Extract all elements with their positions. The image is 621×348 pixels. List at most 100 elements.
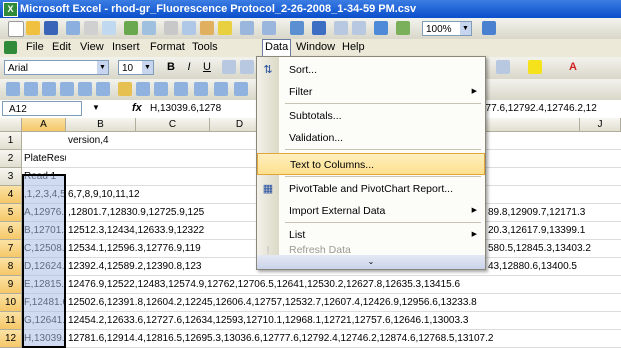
menu-item-import-external-data[interactable]: Import External Data ▶ (257, 200, 485, 222)
menu-item-sort[interactable]: ⇅ Sort... (257, 59, 485, 81)
print-preview-icon[interactable] (102, 21, 116, 35)
cell-right-visible[interactable]: 20.3,12617.9,13399.1 (486, 222, 621, 240)
menu-data[interactable]: Data (262, 39, 292, 57)
menu-item-validation[interactable]: Validation... (257, 127, 485, 149)
menu-help[interactable]: Help (342, 41, 365, 53)
toolbar-icon-11[interactable] (194, 82, 208, 96)
cell-right-visible[interactable]: 43,12880.6,13400.5 (486, 258, 621, 276)
copy-icon[interactable] (182, 21, 196, 35)
toolbar-icon-8[interactable] (136, 82, 150, 96)
permission-icon[interactable] (66, 21, 80, 35)
toolbar-icon-10[interactable] (174, 82, 188, 96)
chevron-down-icon[interactable]: ▼ (97, 61, 108, 74)
row-header[interactable]: 3 (0, 168, 22, 186)
cell-right-visible[interactable]: 89.8,12909.7,12171.3 (486, 204, 621, 222)
menu-view[interactable]: View (80, 41, 104, 53)
align-left-icon[interactable] (222, 60, 236, 74)
chart-wizard-icon[interactable] (374, 21, 388, 35)
toolbar-icon-5[interactable] (78, 82, 92, 96)
row-header[interactable]: 9 (0, 276, 22, 294)
sort-descending-icon[interactable] (352, 21, 366, 35)
menu-item-subtotals[interactable]: Subtotals... (257, 105, 485, 127)
italic-icon[interactable]: I (182, 60, 196, 74)
menu-edit[interactable]: Edit (52, 41, 71, 53)
formula-content-right[interactable]: 777.6,12792.4,12746.2,12 (480, 103, 597, 114)
redo-icon[interactable] (262, 21, 276, 35)
cell-right-visible[interactable]: 580.5,12845.3,13403.2 (486, 240, 621, 258)
row-header[interactable]: 10 (0, 294, 22, 312)
menu-item-list[interactable]: List ▶ (257, 224, 485, 246)
research-icon[interactable] (142, 21, 156, 35)
fx-icon[interactable]: fx (132, 102, 142, 114)
zoom-combo[interactable]: 100% ▼ (422, 21, 472, 36)
toolbar-icon-2[interactable] (24, 82, 38, 96)
toolbar-icon-7[interactable] (118, 82, 132, 96)
underline-icon[interactable]: U (200, 60, 214, 74)
excel-app-icon[interactable]: X (3, 2, 18, 17)
chevron-down-icon[interactable]: ▼ (460, 22, 471, 35)
toolbar-icon-13[interactable] (234, 82, 248, 96)
column-header-c[interactable]: C (136, 118, 210, 132)
hyperlink-icon[interactable] (290, 21, 304, 35)
undo-icon[interactable] (240, 21, 254, 35)
font-color-icon[interactable]: A (566, 60, 580, 74)
drawing-icon[interactable] (396, 21, 410, 35)
toolbar-icon-9[interactable] (154, 82, 168, 96)
print-icon[interactable] (84, 21, 98, 35)
worksheet-grid[interactable]: A B C D J 1version,42PlateResults3Read 1… (0, 56, 621, 348)
column-header-b[interactable]: B (66, 118, 136, 132)
name-box[interactable]: A12 (2, 101, 82, 116)
help-icon[interactable] (482, 21, 496, 35)
toolbar-icon-1[interactable] (6, 82, 20, 96)
row-header[interactable]: 7 (0, 240, 22, 258)
row-header[interactable]: 4 (0, 186, 22, 204)
font-size-combo[interactable]: 10 ▼ (118, 60, 154, 75)
cell-a[interactable] (22, 132, 66, 150)
menu-insert[interactable]: Insert (112, 41, 140, 53)
format-painter-icon[interactable] (218, 21, 232, 35)
row-header[interactable]: 1 (0, 132, 22, 150)
menu-item-filter[interactable]: Filter ▶ (257, 81, 485, 103)
toolbar-icon-6[interactable] (96, 82, 110, 96)
bold-icon[interactable]: B (164, 60, 178, 74)
open-icon[interactable] (26, 21, 40, 35)
menu-item-pivottable[interactable]: ▦ PivotTable and PivotChart Report... (257, 178, 485, 200)
save-icon[interactable] (44, 21, 58, 35)
fill-color-icon[interactable] (528, 60, 542, 74)
toolbar-icon-12[interactable] (214, 82, 228, 96)
sort-ascending-icon[interactable] (334, 21, 348, 35)
cut-icon[interactable] (164, 21, 178, 35)
new-icon[interactable] (8, 21, 24, 37)
row-header[interactable]: 6 (0, 222, 22, 240)
chevron-down-icon[interactable]: ▼ (142, 61, 153, 74)
toolbar-icon-3[interactable] (42, 82, 56, 96)
cell-b[interactable]: 12502.6,12391.8,12604.2,12245,12606.4,12… (66, 294, 621, 312)
align-center-icon[interactable] (240, 60, 254, 74)
column-header-j[interactable]: J (580, 118, 621, 132)
toolbar-icon-4[interactable] (60, 82, 74, 96)
row-header[interactable]: 5 (0, 204, 22, 222)
menu-item-text-to-columns[interactable]: Text to Columns... (257, 153, 485, 175)
document-icon[interactable] (4, 41, 17, 54)
paste-icon[interactable] (200, 21, 214, 35)
select-all-corner[interactable] (0, 118, 22, 132)
formula-content-left[interactable]: H,13039.6,1278 (150, 103, 221, 114)
cell-b[interactable]: 12781.6,12914.4,12816.5,12695.3,13036.6,… (66, 330, 621, 348)
cell-b[interactable]: 12476.9,12522,12483,12574.9,12762,12706.… (66, 276, 621, 294)
row-header[interactable]: 12 (0, 330, 22, 348)
menu-format[interactable]: Format (150, 41, 185, 53)
row-header[interactable]: 11 (0, 312, 22, 330)
menu-window[interactable]: Window (296, 41, 335, 53)
menu-file[interactable]: File (26, 41, 44, 53)
spelling-icon[interactable] (124, 21, 138, 35)
borders-icon[interactable] (496, 60, 510, 74)
row-header[interactable]: 8 (0, 258, 22, 276)
column-header-a[interactable]: A (22, 118, 66, 132)
row-header[interactable]: 2 (0, 150, 22, 168)
expand-menu-chevron-icon[interactable]: ⌄ (257, 255, 485, 269)
cell-b[interactable]: 12454.2,12633.6,12727.6,12634,12593,1271… (66, 312, 621, 330)
menu-tools[interactable]: Tools (192, 41, 218, 53)
autosum-icon[interactable] (312, 21, 326, 35)
font-combo[interactable]: Arial ▼ (4, 60, 109, 75)
chevron-down-icon[interactable]: ▼ (92, 103, 100, 112)
